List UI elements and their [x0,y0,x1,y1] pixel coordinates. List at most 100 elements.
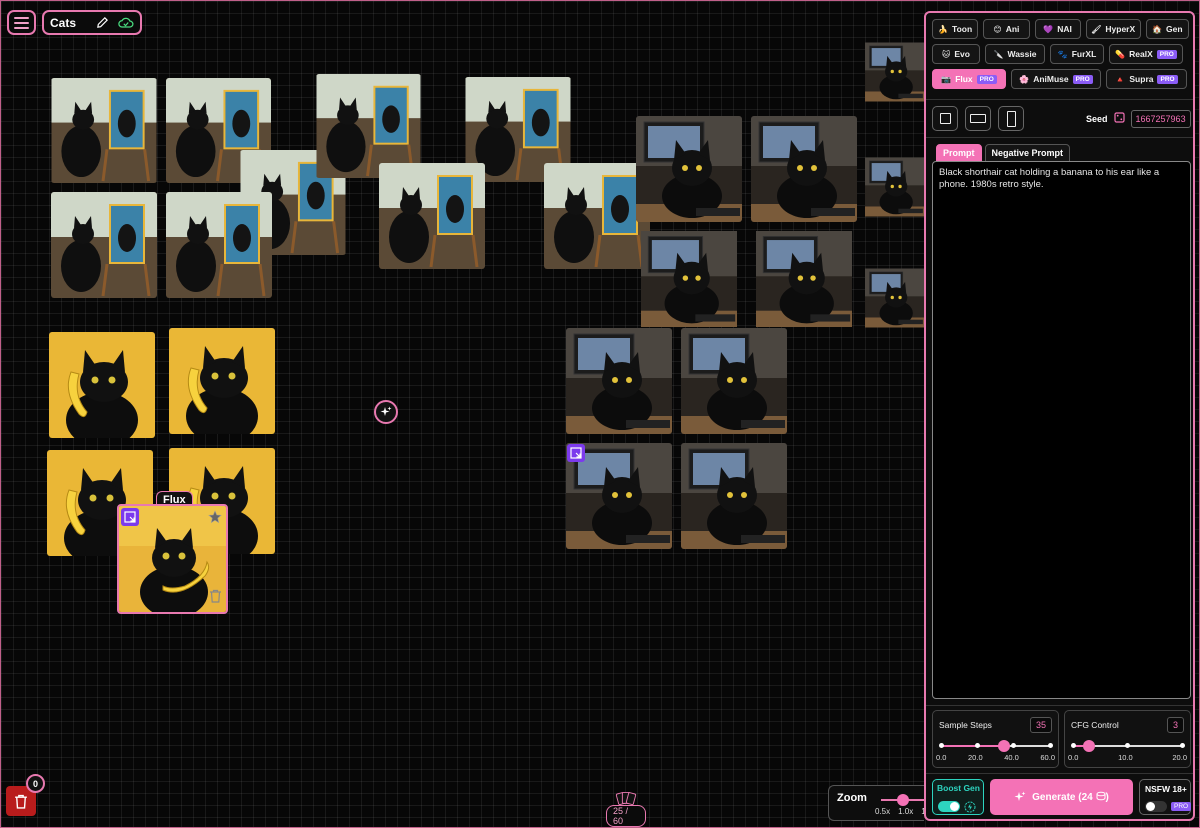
aspect-square-button[interactable] [932,106,958,131]
aspect-portrait-button[interactable] [998,106,1024,131]
tab-negative-prompt[interactable]: Negative Prompt [984,144,1071,162]
pro-badge: PRO [1072,74,1093,84]
model-label: NAI [1057,24,1072,34]
generated-image-tile[interactable] [681,443,787,549]
model-label: AniMuse [1033,74,1069,84]
parameter-sliders: Sample Steps 35 0.0 20.0 40.0 60.0 CFG C… [932,710,1191,768]
model-label: Supra [1129,74,1154,84]
nsfw-toggle[interactable]: NSFW 18+ PRO [1139,779,1192,815]
slider-dot [1047,743,1053,748]
zoom-tick: 0.5x [875,807,891,816]
selected-image-tile[interactable] [117,504,228,614]
slider-knob[interactable] [1083,740,1096,752]
model-supra-button[interactable]: 🔺 Supra PRO [1106,69,1187,89]
sample-steps-slider[interactable]: Sample Steps 35 0.0 20.0 40.0 60.0 [932,710,1059,768]
model-wassie-button[interactable]: 🔪 Wassie [985,44,1045,64]
aspect-landscape-button[interactable] [965,106,991,131]
slider-knob[interactable] [998,740,1011,752]
canvas[interactable]: Cats Flux 0 25 / 60 Zoom 0.5x 1.0x 🍌 Too… [0,0,1200,828]
trash-icon[interactable] [209,589,222,608]
slider-tick: 0.0 [936,753,947,762]
model-icon: 🔺 [1115,74,1126,84]
zoom-knob[interactable] [897,794,909,806]
model-nai-button[interactable]: 💜 NAI [1034,19,1081,39]
action-bar: Boost Gen Generate (24 ) NSFW 18+ PRO [932,779,1192,815]
model-icon: 🌸 [1019,74,1030,84]
generated-image-tile[interactable] [681,328,787,434]
generated-image-tile[interactable] [51,78,157,183]
zoom-tick: 1.0x [898,807,914,816]
edit-icon[interactable] [94,15,110,31]
boost-gen-toggle[interactable]: Boost Gen [932,779,984,815]
slider-tick: 40.0 [1004,753,1019,762]
generated-image-tile[interactable] [636,116,742,222]
coin-icon [1096,791,1106,801]
pro-badge: PRO [1156,49,1177,59]
sample-steps-value[interactable]: 35 [1029,717,1052,733]
generated-image-tile[interactable] [169,328,275,434]
cloud-saved-icon[interactable] [118,15,134,31]
generated-image-tile[interactable] [751,116,857,222]
model-animuse-button[interactable]: 🌸 AniMuse PRO [1011,69,1101,89]
slider-dot [1125,743,1130,748]
generated-image-tile[interactable] [544,163,650,269]
model-hyperx-button[interactable]: 🖌 HyperX [1085,19,1141,39]
model-evo-button[interactable]: 🐱 Evo [932,44,980,64]
generated-image-tile[interactable] [166,192,272,298]
slider-tick: 10.0 [1118,753,1133,762]
trash-icon [15,794,27,809]
model-furxl-button[interactable]: 🐾 FurXL [1050,44,1104,64]
generated-image-tile[interactable] [379,163,485,269]
model-flux-button[interactable]: 📷 Flux PRO [932,69,1006,89]
generated-image-tile[interactable] [636,231,742,327]
aspect-ratio-group [932,106,1024,131]
dice-icon[interactable] [1113,110,1125,128]
model-label: Wassie [1007,49,1037,59]
slider-dot [1070,743,1076,748]
generated-image-tile[interactable] [566,328,672,434]
upscale-icon[interactable] [121,508,139,526]
tab-prompt[interactable]: Prompt [936,144,982,162]
upscale-icon[interactable] [567,444,585,462]
trash-count-badge: 0 [26,774,45,793]
model-label: Flux [955,74,973,84]
model-label: Gen [1166,24,1183,34]
generated-image-tile[interactable] [51,192,157,298]
model-icon: 🐾 [1057,49,1068,59]
boost-gen-label: Boost Gen [937,783,980,793]
zoom-control[interactable]: Zoom 0.5x 1.0x 1.5 [828,785,932,821]
slider-dot [1179,743,1185,748]
generated-image-tile[interactable] [865,246,924,350]
model-toon-button[interactable]: 🍌 Toon [932,19,979,39]
model-icon: 🐱 [942,49,951,59]
pro-badge: PRO [1157,74,1178,84]
model-icon: 🔪 [993,49,1004,59]
generated-image-tile[interactable] [751,231,857,327]
generated-image-tile[interactable] [49,332,155,438]
hamburger-menu-button[interactable] [7,10,36,35]
model-label: Ani [1005,24,1020,34]
boost-switch[interactable] [938,801,960,812]
zoom-label: Zoom [837,792,867,804]
slider-tick: 20.0 [968,753,983,762]
nsfw-switch[interactable] [1145,801,1167,812]
generated-image-tile[interactable] [865,134,924,240]
slider-tick: 20.0 [1172,753,1187,762]
sparkle-add-button[interactable] [374,400,398,424]
cfg-control-slider[interactable]: CFG Control 3 0.0 10.0 20.0 [1064,710,1191,768]
seed-input[interactable]: 1667257963 [1130,110,1191,128]
prompt-textarea[interactable]: Black shorthair cat holding a banana to … [932,161,1191,699]
generate-label: Generate (24 [1032,792,1093,803]
nsfw-label: NSFW 18+ [1145,784,1187,794]
cfg-value[interactable]: 3 [1166,717,1184,733]
model-icon: 🏠 [1152,24,1163,34]
model-ani-button[interactable]: 😊 Ani [983,19,1030,39]
generated-image-tile[interactable] [865,19,924,125]
model-realx-button[interactable]: 💊 RealX PRO [1109,44,1183,64]
generation-panel: 🍌 Toon 😊 Ani 💜 NAI 🖌 HyperX 🏠 Gen 🐱 Evo 🔪 Wassie 🐾 FurX… [924,11,1195,821]
star-icon[interactable] [208,510,222,529]
generate-button[interactable]: Generate (24 ) [990,779,1133,815]
slider-tick: 0.0 [1068,753,1079,762]
model-gen-button[interactable]: 🏠 Gen [1145,19,1190,39]
model-label: RealX [1129,49,1153,59]
